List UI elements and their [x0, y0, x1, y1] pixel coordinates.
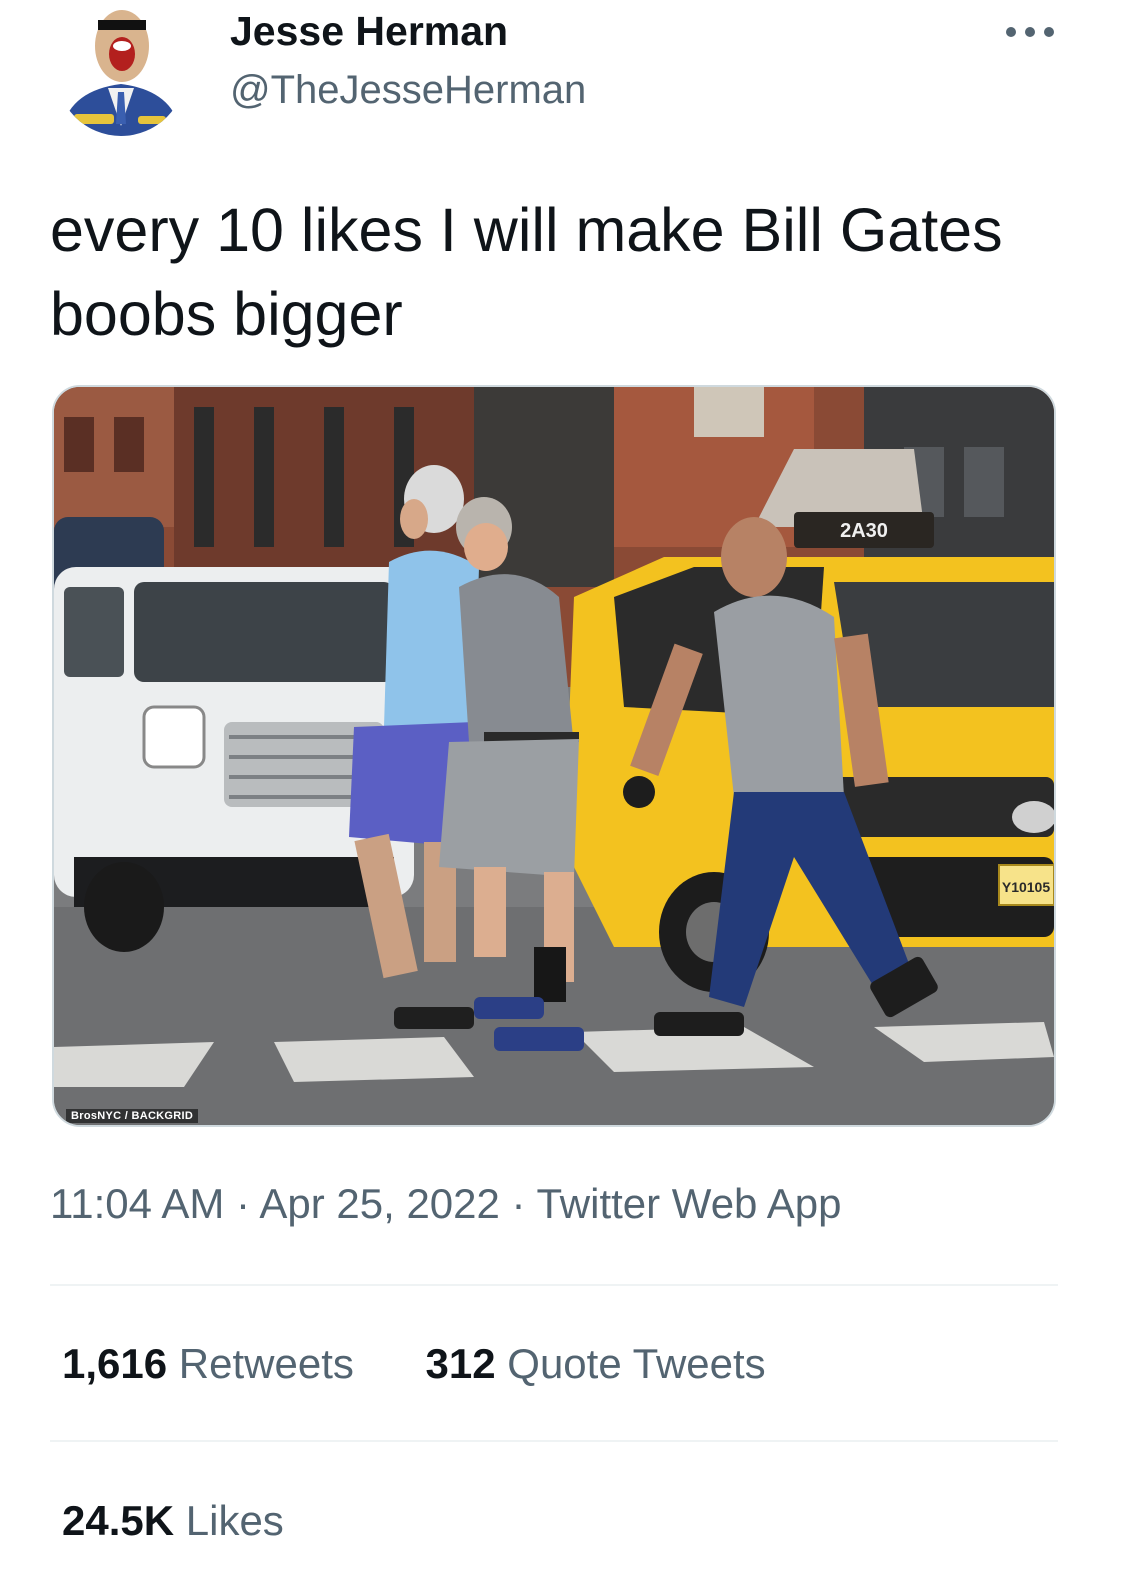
author-handle[interactable]: @TheJesseHerman [230, 68, 586, 113]
quote-tweets-link[interactable]: 312 Quote Tweets [426, 1340, 766, 1388]
taxi-roof-number: 2A30 [840, 520, 888, 542]
likes-label: Likes [185, 1497, 284, 1544]
more-options-icon[interactable] [1006, 22, 1054, 42]
engagement-stats: 1,616 Retweets 312 Quote Tweets [62, 1340, 826, 1388]
tweet-photo[interactable]: Y10105 2A30 BrosNYC / BACKGRID [52, 385, 1056, 1127]
quote-tweets-count: 312 [425, 1340, 496, 1387]
tweet-date[interactable]: Apr 25, 2022 [259, 1180, 500, 1227]
taxi-plate: Y10105 [1002, 879, 1050, 895]
tweet-text: every 10 likes I will make Bill Gates bo… [50, 196, 1003, 348]
image-credit: BrosNYC / BACKGRID [66, 1109, 199, 1123]
divider [50, 1284, 1058, 1286]
meta-separator: · [499, 1180, 537, 1227]
tweet-meta: 11:04 AM · Apr 25, 2022 · Twitter Web Ap… [50, 1180, 842, 1228]
avatar[interactable] [56, 6, 186, 136]
likes-count: 24.5K [62, 1497, 175, 1544]
retweets-count: 1,616 [62, 1340, 168, 1387]
retweets-label: Retweets [178, 1340, 354, 1387]
cartoon-avatar-icon [56, 6, 186, 136]
divider [50, 1440, 1058, 1442]
tweet-time[interactable]: 11:04 AM [50, 1180, 224, 1227]
author-name[interactable]: Jesse Herman [230, 8, 508, 55]
likes-link[interactable]: 24.5K Likes [62, 1497, 284, 1545]
tweet-source[interactable]: Twitter Web App [536, 1180, 841, 1227]
meta-separator: · [224, 1180, 260, 1227]
retweets-link[interactable]: 1,616 Retweets [62, 1340, 354, 1388]
quote-tweets-label: Quote Tweets [507, 1340, 766, 1387]
